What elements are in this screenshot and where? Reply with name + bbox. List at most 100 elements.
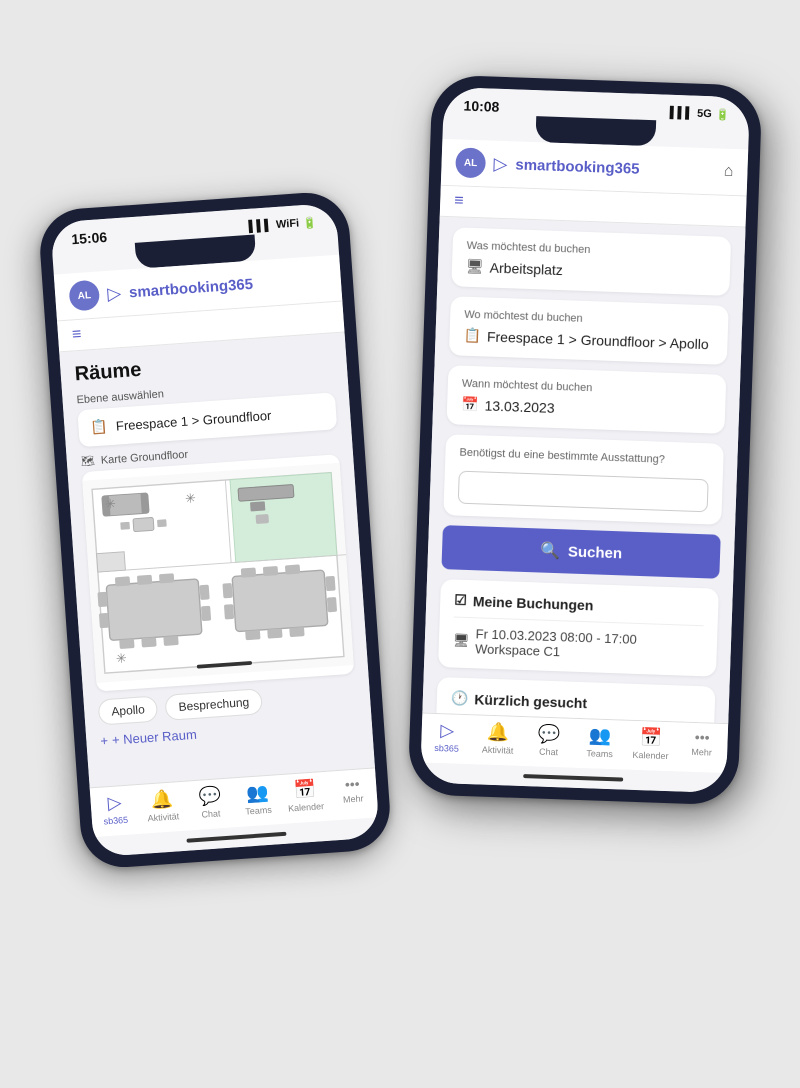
- front-app-title: smartbooking365: [515, 156, 640, 177]
- back-app-title: smartbooking365: [128, 275, 253, 301]
- aktivitat-label: Aktivität: [147, 811, 179, 823]
- equipment-card: Benötigst du eine bestimmte Ausstattung?: [443, 434, 724, 525]
- was-buchen-card[interactable]: Was möchtest du buchen 🖥 Arbeitsplatz: [451, 227, 731, 296]
- map-icon: 🗺: [80, 454, 95, 468]
- svg-text:✳: ✳: [185, 490, 197, 506]
- front-kalender-icon: 📅: [640, 727, 663, 749]
- front-aktivitat-icon: 🔔: [487, 722, 510, 744]
- front-teams-label: Teams: [586, 748, 613, 759]
- add-room-label: + Neuer Raum: [111, 727, 197, 748]
- wifi-icon: WiFi: [276, 217, 300, 231]
- back-phone: 15:06 ▌▌▌ WiFi 🔋 AL ▷ smartbooking365 ≡ …: [37, 190, 392, 870]
- floor-plan-svg: ✳ ✳ ✳: [82, 454, 355, 691]
- my-bookings-card: ☑ Meine Buchungen 🖥 Fr 10.03.2023 08:00 …: [438, 579, 719, 677]
- front-booking-content: Was möchtest du buchen 🖥 Arbeitsplatz Wo…: [422, 217, 745, 723]
- back-content: Räume Ebene auswählen 📋 Freespace 1 > Gr…: [59, 332, 375, 787]
- front-nav-teams[interactable]: 👥 Teams: [574, 725, 626, 760]
- kalender-icon-back: 📅: [293, 779, 317, 802]
- back-nav-mehr[interactable]: ••• Mehr: [328, 774, 378, 810]
- was-buchen-text: Arbeitsplatz: [489, 259, 563, 278]
- room-tag-apollo[interactable]: Apollo: [98, 695, 159, 725]
- svg-text:✳: ✳: [115, 650, 127, 666]
- chat-icon-back: 💬: [198, 785, 222, 808]
- equipment-input[interactable]: [458, 471, 709, 513]
- front-nav-aktivitat[interactable]: 🔔 Aktivität: [472, 721, 524, 756]
- back-phone-screen: 15:06 ▌▌▌ WiFi 🔋 AL ▷ smartbooking365 ≡ …: [50, 203, 380, 857]
- front-phone: 10:08 ▌▌▌ 5G 🔋 AL ▷ smartbooking365 ⌂ ≡ …: [408, 74, 763, 805]
- hamburger-icon[interactable]: ≡: [71, 326, 82, 345]
- back-logo-icon: ▷: [107, 282, 122, 304]
- back-level-value: Freespace 1 > Groundfloor: [115, 408, 271, 434]
- teams-label-back: Teams: [245, 805, 272, 817]
- front-logo-icon: ▷: [493, 153, 508, 174]
- wo-buchen-text: Freespace 1 > Groundfloor > Apollo: [487, 328, 709, 352]
- front-home-icon[interactable]: ⌂: [723, 163, 733, 181]
- front-chat-label: Chat: [539, 747, 558, 758]
- wo-buchen-card[interactable]: Wo möchtest du buchen 📋 Freespace 1 > Gr…: [449, 296, 729, 365]
- room-tag-besprechung[interactable]: Besprechung: [165, 688, 263, 721]
- back-nav-aktivitat[interactable]: 🔔 Aktivität: [138, 788, 188, 824]
- wann-buchen-value: 📅 13.03.2023: [461, 396, 711, 422]
- front-battery-icon: 🔋: [716, 108, 730, 121]
- front-sb365-icon: ▷: [440, 720, 455, 741]
- bookings-divider: [454, 617, 704, 627]
- was-buchen-label: Was möchtest du buchen: [466, 240, 716, 261]
- back-avatar: AL: [68, 280, 100, 312]
- teams-icon-back: 👥: [245, 782, 269, 805]
- mehr-label-back: Mehr: [343, 793, 364, 804]
- location-icon: 📋: [463, 327, 481, 345]
- back-home-bar: [186, 832, 286, 843]
- front-nav-mehr[interactable]: ••• Mehr: [676, 728, 728, 763]
- search-button[interactable]: 🔍 Suchen: [441, 525, 720, 579]
- back-nav-chat[interactable]: 💬 Chat: [185, 784, 235, 820]
- front-avatar: AL: [455, 147, 486, 178]
- front-teams-icon: 👥: [589, 725, 612, 747]
- kalender-label-back: Kalender: [288, 801, 325, 813]
- clock-icon: 🕐: [451, 689, 469, 707]
- back-level-row: 📋 Freespace 1 > Groundfloor: [90, 403, 325, 436]
- front-status-time: 10:08: [463, 98, 499, 115]
- back-nav-teams[interactable]: 👥 Teams: [233, 781, 283, 817]
- search-icon: 🔍: [540, 541, 561, 562]
- front-mehr-label: Mehr: [691, 747, 712, 758]
- was-buchen-value: 🖥 Arbeitsplatz: [466, 258, 716, 284]
- front-aktivitat-label: Aktivität: [482, 745, 514, 756]
- front-chat-icon: 💬: [538, 724, 561, 746]
- front-5g-icon: 5G: [697, 108, 712, 121]
- front-home-bar: [523, 774, 623, 781]
- bookings-check-icon: ☑: [454, 592, 467, 609]
- wann-buchen-text: 13.03.2023: [484, 397, 555, 415]
- bookings-entry-text: Fr 10.03.2023 08:00 - 17:00 Workspace C1: [475, 626, 703, 664]
- search-button-label: Suchen: [568, 543, 623, 562]
- back-floor-map: ✳ ✳ ✳: [82, 454, 355, 691]
- mehr-icon-back: •••: [344, 776, 360, 793]
- bookings-entry-icon: 🖥: [453, 633, 470, 650]
- wo-buchen-value: 📋 Freespace 1 > Groundfloor > Apollo: [463, 327, 713, 353]
- wo-buchen-label: Wo möchtest du buchen: [464, 309, 714, 330]
- front-hamburger-icon[interactable]: ≡: [454, 192, 464, 210]
- aktivitat-icon: 🔔: [150, 789, 174, 812]
- front-nav-sb365[interactable]: ▷ sb365: [421, 719, 473, 754]
- back-nav-kalender[interactable]: 📅 Kalender: [280, 778, 330, 814]
- recently-searched-title: 🕐 Kürzlich gesucht: [451, 689, 701, 715]
- front-signal-icon: ▌▌▌: [669, 107, 693, 120]
- front-status-icons: ▌▌▌ 5G 🔋: [669, 106, 729, 121]
- plus-icon: +: [100, 733, 109, 748]
- front-sb365-label: sb365: [434, 743, 459, 754]
- sb365-icon: ▷: [107, 792, 122, 814]
- signal-icon: ▌▌▌: [248, 219, 272, 233]
- chat-label-back: Chat: [201, 808, 221, 819]
- back-status-time: 15:06: [71, 229, 108, 247]
- back-nav-sb365[interactable]: ▷ sb365: [90, 791, 140, 827]
- svg-text:✳: ✳: [105, 496, 117, 512]
- wann-buchen-card[interactable]: Wann möchtest du buchen 📅 13.03.2023: [446, 365, 726, 434]
- sb365-label: sb365: [103, 815, 128, 827]
- front-mehr-icon: •••: [695, 729, 710, 746]
- battery-icon: 🔋: [303, 216, 318, 230]
- equipment-label: Benötigst du eine bestimmte Ausstattung?: [459, 447, 709, 468]
- arbeitsplatz-icon: 🖥: [466, 258, 484, 276]
- front-nav-chat[interactable]: 💬 Chat: [523, 723, 575, 758]
- front-nav-kalender[interactable]: 📅 Kalender: [625, 727, 677, 762]
- wann-buchen-label: Wann möchtest du buchen: [462, 378, 712, 399]
- bookings-entry: 🖥 Fr 10.03.2023 08:00 - 17:00 Workspace …: [452, 626, 703, 665]
